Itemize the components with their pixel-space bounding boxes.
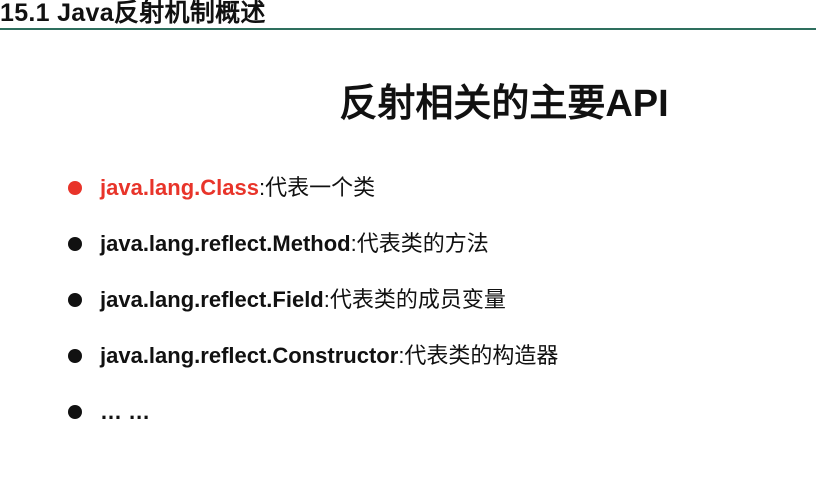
section-heading: 15.1 Java反射机制概述 — [0, 0, 266, 27]
bullet-item-class: java.lang.Class:代表一个类 — [68, 168, 558, 224]
bullet-term: java.lang.reflect.Method — [100, 231, 351, 256]
bullet-term: java.lang.reflect.Field — [100, 287, 324, 312]
bullet-item-constructor: java.lang.reflect.Constructor:代表类的构造器 — [68, 336, 558, 392]
bullet-dot-icon — [68, 237, 82, 251]
api-bullet-list: java.lang.Class:代表一个类 java.lang.reflect.… — [68, 168, 558, 448]
bullet-item-ellipsis: … … — [68, 392, 558, 448]
bullet-item-field: java.lang.reflect.Field:代表类的成员变量 — [68, 280, 558, 336]
bullet-term: java.lang.reflect.Constructor — [100, 343, 399, 368]
bullet-dot-icon — [68, 181, 82, 195]
bullet-description: :代表类的构造器 — [398, 343, 559, 368]
bullet-term: … … — [100, 399, 151, 424]
bullet-term: java.lang.Class — [100, 175, 259, 200]
bullet-description: :代表类的成员变量 — [323, 287, 506, 312]
header-divider — [0, 28, 816, 30]
bullet-dot-icon — [68, 405, 82, 419]
bullet-description: :代表类的方法 — [350, 231, 489, 256]
bullet-dot-icon — [68, 293, 82, 307]
bullet-item-method: java.lang.reflect.Method:代表类的方法 — [68, 224, 558, 280]
bullet-dot-icon — [68, 349, 82, 363]
bullet-description: :代表一个类 — [258, 175, 376, 200]
slide-title: 反射相关的主要API — [339, 83, 669, 125]
